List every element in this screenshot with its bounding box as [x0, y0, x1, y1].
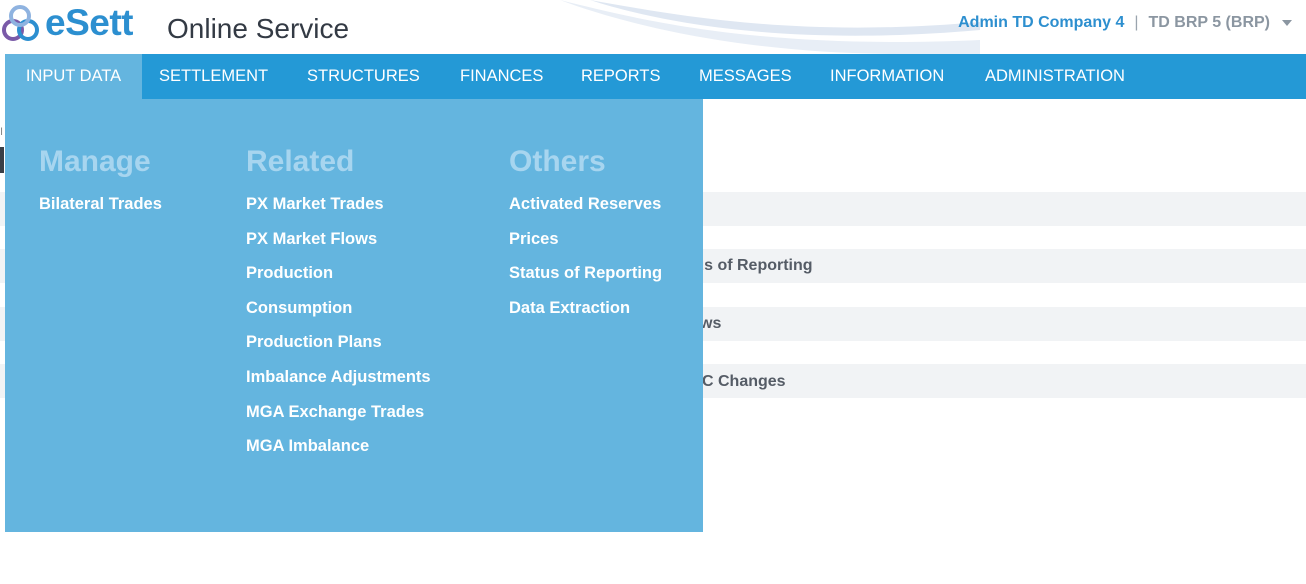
- user-role[interactable]: TD BRP 5 (BRP): [1149, 14, 1271, 32]
- nav-input-data[interactable]: INPUT DATA: [5, 54, 142, 99]
- list-item-label: C Changes: [702, 373, 786, 390]
- menu-item-px-market-flows[interactable]: PX Market Flows: [246, 229, 431, 264]
- menu-item-status-of-reporting[interactable]: Status of Reporting: [509, 263, 662, 298]
- page-title-stub: [0, 147, 4, 173]
- heading-manage: Manage: [39, 145, 151, 178]
- menu-item-mga-imbalance[interactable]: MGA Imbalance: [246, 436, 431, 471]
- nav-finances[interactable]: FINANCES: [460, 54, 543, 99]
- menu-item-activated-reserves[interactable]: Activated Reserves: [509, 194, 662, 229]
- related-list: PX Market Trades PX Market Flows Product…: [246, 194, 431, 471]
- list-item-label: ws: [700, 315, 722, 332]
- menu-item-production-plans[interactable]: Production Plans: [246, 332, 431, 367]
- menu-item-mga-exchange-trades[interactable]: MGA Exchange Trades: [246, 402, 431, 437]
- others-list: Activated Reserves Prices Status of Repo…: [509, 194, 662, 332]
- user-separator: |: [1134, 14, 1139, 31]
- manage-list: Bilateral Trades: [39, 194, 162, 229]
- nav-settlement[interactable]: SETTLEMENT: [159, 54, 268, 99]
- menu-item-bilateral-trades[interactable]: Bilateral Trades: [39, 194, 162, 229]
- company-name[interactable]: Admin TD Company 4: [958, 14, 1124, 32]
- header-swoosh-decoration: [560, 0, 980, 54]
- user-menu[interactable]: Admin TD Company 4 | TD BRP 5 (BRP): [958, 14, 1292, 32]
- nav-reports[interactable]: REPORTS: [581, 54, 660, 99]
- nav-administration[interactable]: ADMINISTRATION: [985, 54, 1125, 99]
- nav-information[interactable]: INFORMATION: [830, 54, 944, 99]
- heading-related: Related: [246, 145, 355, 178]
- breadcrumb: I: [0, 126, 4, 138]
- menu-item-data-extraction[interactable]: Data Extraction: [509, 298, 662, 333]
- menu-item-imbalance-adjustments[interactable]: Imbalance Adjustments: [246, 367, 431, 402]
- menu-item-consumption[interactable]: Consumption: [246, 298, 431, 333]
- menu-item-px-market-trades[interactable]: PX Market Trades: [246, 194, 431, 229]
- nav-structures[interactable]: STRUCTURES: [307, 54, 420, 99]
- menu-item-production[interactable]: Production: [246, 263, 431, 298]
- nav-messages[interactable]: MESSAGES: [699, 54, 792, 99]
- list-item-label: tus of Reporting: [689, 257, 813, 274]
- main-nav: INPUT DATA SETTLEMENT STRUCTURES FINANCE…: [5, 54, 1306, 99]
- header: eSett Online Service Admin TD Company 4 …: [0, 0, 1306, 54]
- brand-name[interactable]: eSett: [45, 2, 133, 44]
- chevron-down-icon[interactable]: [1282, 20, 1292, 26]
- esett-logo-icon[interactable]: [2, 4, 42, 44]
- input-data-dropdown: Manage Bilateral Trades Related PX Marke…: [5, 99, 703, 532]
- heading-others: Others: [509, 145, 606, 178]
- menu-item-prices[interactable]: Prices: [509, 229, 662, 264]
- service-title: Online Service: [167, 13, 350, 44]
